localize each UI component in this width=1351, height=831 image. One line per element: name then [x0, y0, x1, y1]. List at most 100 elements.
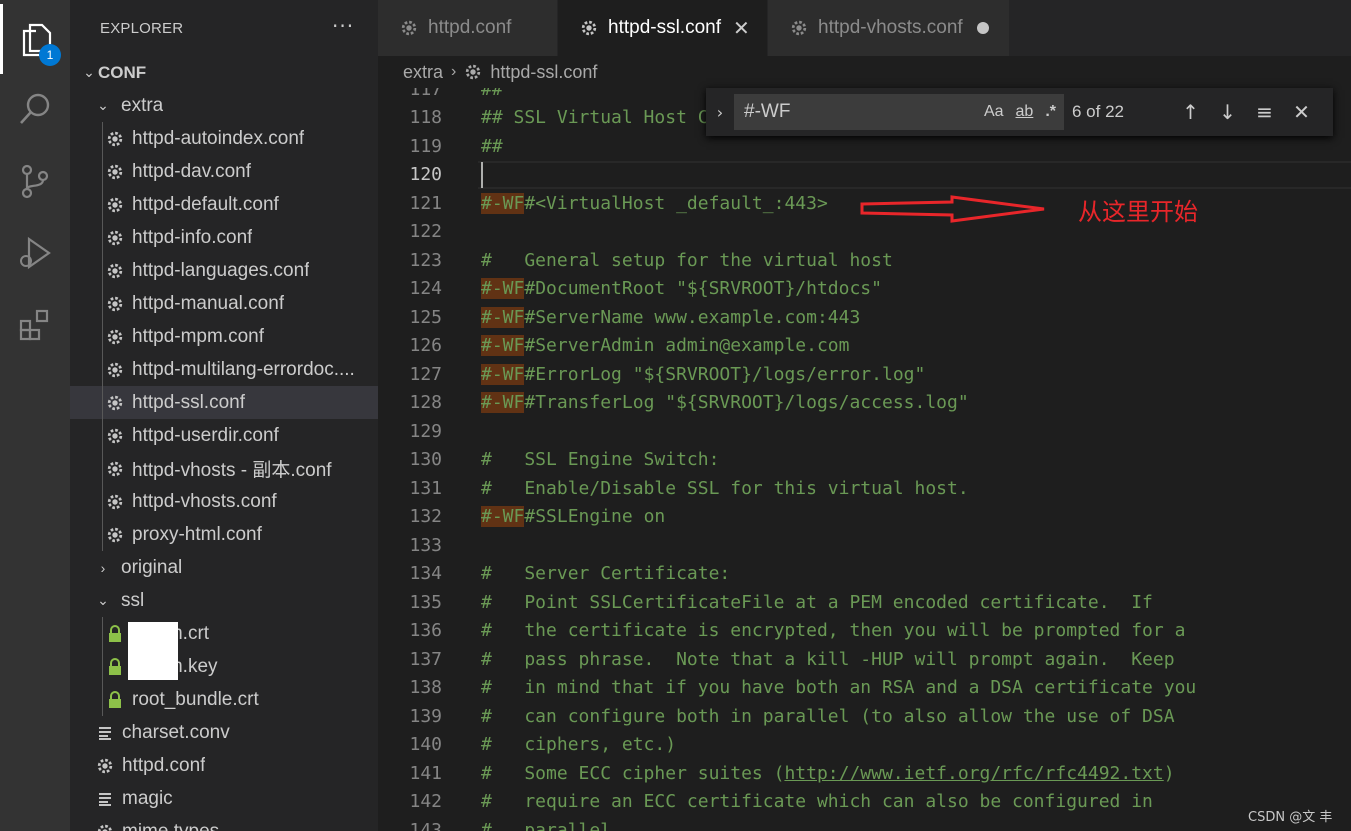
code-line[interactable]: 139 # can configure both in parallel (to … [378, 702, 1351, 731]
toggle-replace-icon[interactable]: › [706, 103, 734, 122]
regex-toggle[interactable]: .* [1045, 103, 1056, 121]
next-match-icon[interactable]: ↓ [1209, 100, 1246, 124]
gear-icon [400, 19, 418, 37]
more-actions-icon[interactable]: ··· [332, 14, 354, 38]
close-tab-icon[interactable]: ✕ [733, 16, 750, 41]
chevron-down-icon: ⌄ [97, 592, 109, 608]
code-line[interactable]: 129 [378, 417, 1351, 446]
tree-item[interactable]: httpd-multilang-errordoc.... [70, 353, 378, 386]
editor-tabs: httpd.conf httpd-ssl.conf ✕ httpd-vhosts.co… [378, 0, 1351, 56]
tree-item-label: httpd-userdir.conf [132, 424, 279, 446]
code-text: # ciphers, etc.) [481, 734, 676, 755]
find-input[interactable]: #-WF Aa ab .* [734, 94, 1064, 130]
code-line[interactable]: 131 # Enable/Disable SSL for this virtual… [378, 474, 1351, 503]
tree-item[interactable]: ⌄ extra [70, 89, 378, 122]
code-line[interactable]: 119 ## [378, 132, 1351, 161]
code-line[interactable]: 143 # parallel. [378, 816, 1351, 831]
gear-icon [790, 19, 808, 37]
source-control-icon[interactable] [0, 146, 70, 216]
tree-item[interactable]: httpd-languages.conf [70, 254, 378, 287]
code-text: #-WF#ServerAdmin admin@example.com [481, 335, 849, 357]
tree-item-label: httpd-vhosts.conf [132, 490, 277, 512]
whole-word-toggle[interactable]: ab [1016, 103, 1034, 121]
code-line[interactable]: 142 # require an ECC certificate which ca… [378, 788, 1351, 817]
tree-item[interactable]: › original [70, 551, 378, 584]
tree-item-label: proxy-html.conf [132, 523, 262, 545]
code-line[interactable]: 124 #-WF#DocumentRoot "${SRVROOT}/htdocs" [378, 275, 1351, 304]
code-line[interactable]: 138 # in mind that if you have both an RS… [378, 674, 1351, 703]
code-line[interactable]: 128 #-WF#TransferLog "${SRVROOT}/logs/acc… [378, 389, 1351, 418]
tree-item[interactable]: httpd-vhosts - 副本.conf [70, 452, 378, 485]
extensions-icon[interactable] [0, 290, 70, 360]
code-line[interactable]: 132 #-WF#SSLEngine on [378, 503, 1351, 532]
tree-item[interactable]: proxy-html.conf [70, 518, 378, 551]
code-line[interactable]: 136 # the certificate is encrypted, then … [378, 617, 1351, 646]
previous-match-icon[interactable]: ↑ [1172, 100, 1209, 124]
code-content: # in mind that if you have both an RSA a… [481, 677, 1197, 699]
tree-item-label: original [121, 556, 183, 578]
explorer-sidebar: EXPLORER ··· ⌄ CONF ⌄ extra httpd-autoinde… [70, 0, 378, 831]
tab-0[interactable]: httpd.conf [378, 0, 558, 56]
code-line[interactable]: 127 #-WF#ErrorLog "${SRVROOT}/logs/error.… [378, 360, 1351, 389]
gear-icon [104, 163, 126, 181]
line-number: 142 [409, 791, 442, 813]
tree-item[interactable]: z.com.crt [70, 617, 378, 650]
code-text: #-WF#ServerName www.example.com:443 [481, 306, 860, 328]
code-line[interactable]: 140 # ciphers, etc.) [378, 731, 1351, 760]
tree-item[interactable]: httpd-vhosts.conf [70, 485, 378, 518]
gear-icon [464, 63, 482, 81]
lock-icon [104, 657, 126, 676]
line-number: 118 [409, 107, 442, 129]
close-find-icon[interactable]: ✕ [1283, 100, 1320, 124]
tree-item[interactable]: charset.conv [70, 716, 378, 749]
file-tree: ⌄ CONF ⌄ extra httpd-autoindex.conf httpd-d… [70, 56, 378, 831]
gear-icon [104, 427, 126, 445]
code-text: # SSL Engine Switch: [481, 449, 719, 470]
tree-item[interactable]: httpd-mpm.conf [70, 320, 378, 353]
tab-1[interactable]: httpd-ssl.conf ✕ [558, 0, 768, 56]
url-link[interactable]: http://www.ietf.org/rfc/rfc4492.txt [784, 763, 1163, 784]
code-text: #-WF#<VirtualHost _default_:443> [481, 192, 828, 214]
find-in-selection-icon[interactable]: ≡ [1246, 100, 1283, 124]
tree-item[interactable]: ⌄ ssl [70, 584, 378, 617]
tree-item[interactable]: httpd-manual.conf [70, 287, 378, 320]
code-line[interactable]: 123 # General setup for the virtual host [378, 246, 1351, 275]
tree-item[interactable]: httpd-default.conf [70, 188, 378, 221]
tree-item[interactable]: httpd-dav.conf [70, 155, 378, 188]
tree-item[interactable]: mime.types [70, 815, 378, 831]
code-line[interactable]: 134 # Server Certificate: [378, 560, 1351, 589]
breadcrumb-file[interactable]: httpd-ssl.conf [490, 62, 597, 83]
tree-item[interactable]: httpd-userdir.conf [70, 419, 378, 452]
code-line[interactable]: 126 #-WF#ServerAdmin admin@example.com [378, 332, 1351, 361]
code-line[interactable]: 120 [378, 161, 1351, 190]
line-number: 129 [409, 420, 442, 442]
tab-2[interactable]: httpd-vhosts.conf [768, 0, 1010, 56]
tree-item[interactable]: httpd-ssl.conf [70, 386, 378, 419]
code-line[interactable]: 135 # Point SSLCertificateFile at a PEM e… [378, 588, 1351, 617]
tree-item[interactable]: root_bundle.crt [70, 683, 378, 716]
tree-item[interactable]: httpd-info.conf [70, 221, 378, 254]
tab-label: httpd-ssl.conf [608, 17, 721, 38]
code-line[interactable]: 125 #-WF#ServerName www.example.com:443 [378, 303, 1351, 332]
code-line[interactable]: 130 # SSL Engine Switch: [378, 446, 1351, 475]
unsaved-dot-icon[interactable] [976, 22, 989, 34]
gear-icon [580, 19, 598, 37]
line-number: 122 [409, 221, 442, 243]
code-line[interactable]: 137 # pass phrase. Note that a kill -HUP … [378, 645, 1351, 674]
indent-guide [102, 617, 103, 716]
explorer-icon[interactable]: 1 [0, 4, 70, 74]
search-icon[interactable] [0, 74, 70, 144]
code-line[interactable]: 141 # Some ECC cipher suites (http://www.… [378, 759, 1351, 788]
gear-icon [104, 493, 126, 511]
line-number: 133 [409, 534, 442, 556]
match-case-toggle[interactable]: Aa [984, 103, 1004, 121]
breadcrumb-folder[interactable]: extra [403, 62, 443, 83]
code-line[interactable]: 133 [378, 531, 1351, 560]
tree-item[interactable]: httpd.conf [70, 749, 378, 782]
run-debug-icon[interactable] [0, 218, 70, 288]
tree-item[interactable]: z.com.key [70, 650, 378, 683]
tree-root-conf[interactable]: ⌄ CONF [70, 56, 378, 89]
tree-item-label: httpd-multilang-errordoc.... [132, 358, 355, 380]
tree-item[interactable]: magic [70, 782, 378, 815]
tree-item[interactable]: httpd-autoindex.conf [70, 122, 378, 155]
